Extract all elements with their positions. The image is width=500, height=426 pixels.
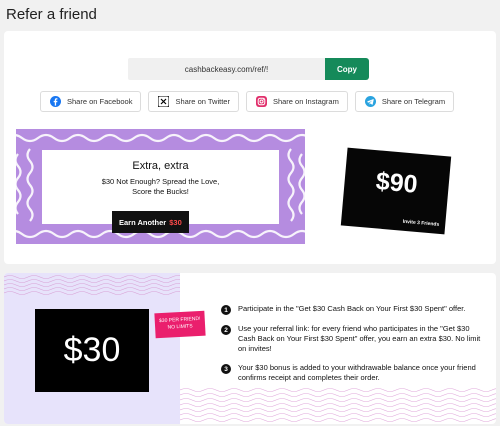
step-text: Participate in the "Get $30 Cash Back on… <box>238 304 466 313</box>
instagram-icon <box>255 96 267 107</box>
share-twitter-label: Share on Twitter <box>175 97 230 106</box>
earn-another-amount: $30 <box>169 217 182 227</box>
share-instagram-label: Share on Instagram <box>272 97 339 106</box>
page-title: Refer a friend <box>6 6 97 23</box>
copy-button[interactable]: Copy <box>325 58 369 80</box>
bonus-card: $90 Invite 3 Friends <box>340 147 452 235</box>
referral-link-input[interactable] <box>128 58 325 80</box>
step-item: 1 Participate in the "Get $30 Cash Back … <box>221 304 481 315</box>
reward-amount: $30 <box>35 309 149 392</box>
step-item: 3 Your $30 bonus is added to your withdr… <box>221 363 481 383</box>
reward-panel: $30 <box>4 273 180 424</box>
share-facebook-button[interactable]: Share on Facebook <box>40 91 142 112</box>
step-number: 2 <box>221 325 231 335</box>
share-instagram-button[interactable]: Share on Instagram <box>245 91 348 112</box>
promo-description: $30 Not Enough? Spread the Love, Score t… <box>42 177 279 197</box>
bonus-amount: $90 <box>374 167 419 199</box>
share-facebook-label: Share on Facebook <box>67 97 133 106</box>
share-telegram-button[interactable]: Share on Telegram <box>354 91 455 112</box>
bonus-caption: Invite 3 Friends <box>402 218 440 228</box>
step-number: 1 <box>221 305 231 315</box>
promo-banner: Extra, extra $30 Not Enough? Spread the … <box>16 129 305 244</box>
earn-another-label: Earn Another <box>119 217 167 227</box>
step-number: 3 <box>221 364 231 374</box>
how-it-works-card: $30 $30 PER FRIEND! NO LIMITS 1 Particip… <box>4 273 496 424</box>
share-buttons: Share on Facebook Share on Twitter Share… <box>40 91 455 112</box>
step-item: 2 Use your referral link: for every frie… <box>221 324 481 354</box>
earn-another-button[interactable]: Earn Another $30 <box>112 211 189 233</box>
facebook-icon <box>50 96 61 107</box>
promo-line-1: $30 Not Enough? Spread the Love, <box>101 177 220 186</box>
referral-link-row: Copy <box>128 58 369 80</box>
steps-list: 1 Participate in the "Get $30 Cash Back … <box>221 304 481 392</box>
promo-title: Extra, extra <box>132 160 189 172</box>
telegram-icon <box>364 96 376 107</box>
x-twitter-icon <box>158 96 170 107</box>
step-text: Your $30 bonus is added to your withdraw… <box>238 363 476 382</box>
promo-line-2: Score the Bucks! <box>132 187 189 196</box>
step-text: Use your referral link: for every friend… <box>238 324 481 353</box>
share-twitter-button[interactable]: Share on Twitter <box>148 91 239 112</box>
referral-card: Copy Share on Facebook Share on Twitter … <box>4 31 496 264</box>
per-friend-tag: $30 PER FRIEND! NO LIMITS <box>154 310 206 339</box>
share-telegram-label: Share on Telegram <box>381 97 446 106</box>
